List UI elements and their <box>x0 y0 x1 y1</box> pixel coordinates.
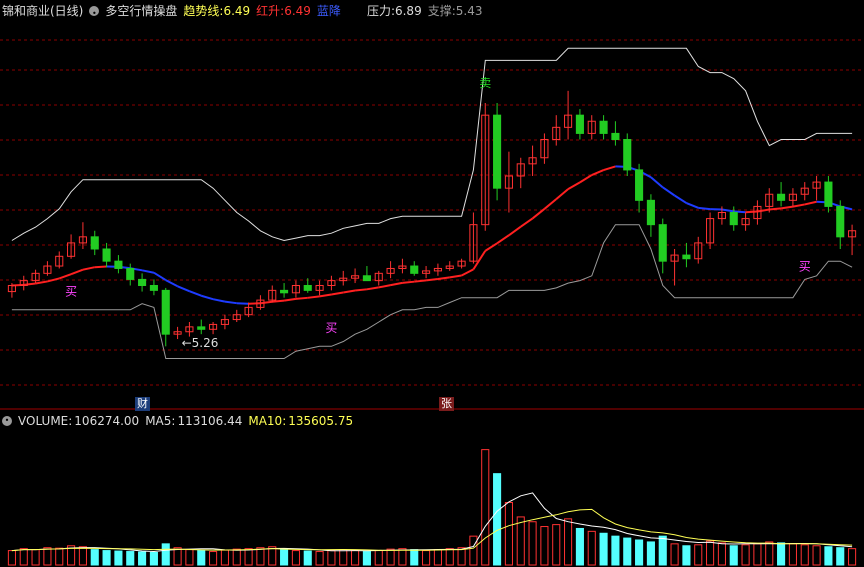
badge-cai[interactable]: 财 <box>135 397 150 411</box>
pressure-value: 6.89 <box>394 4 422 18</box>
ma5-label: MA5: <box>145 414 176 428</box>
volume-bar <box>824 546 833 566</box>
volume-header: • VOLUME: 106274.00 MA5: 113106.44 MA10:… <box>2 413 353 429</box>
volume-bar <box>362 551 371 566</box>
volume-bar <box>753 543 762 566</box>
trend-label: 趋势线: <box>183 4 224 18</box>
volume-bar <box>457 547 466 566</box>
ma10-label: MA10: <box>248 414 287 428</box>
support-label: 支撑: <box>427 4 456 18</box>
trend-value: 6.49 <box>223 4 251 18</box>
chart-root: 买买买卖 ←5.26 锦和商业(日线) • 多空行情操盘 趋势线: 6.49 红升… <box>0 0 864 567</box>
volume-bar <box>765 541 774 566</box>
volume-bar <box>244 548 253 566</box>
volume-bar <box>552 524 561 566</box>
volume-bar <box>209 551 218 566</box>
volume-bar <box>55 547 64 566</box>
volume-bar <box>43 547 52 566</box>
volume-bar <box>315 551 324 566</box>
ma10-value: 135605.75 <box>288 414 354 428</box>
volume-bar <box>386 548 395 566</box>
volume-bar <box>635 539 644 566</box>
volume-bar <box>220 549 229 566</box>
volume-bar <box>682 545 691 566</box>
volume-bar <box>433 549 442 566</box>
vol-label: VOLUME: <box>18 414 73 428</box>
volume-bar <box>788 543 797 566</box>
volume-menu-icon[interactable]: • <box>2 416 12 426</box>
volume-bar <box>78 546 87 566</box>
volume-bar <box>646 541 655 566</box>
volume-bar <box>19 548 28 566</box>
volume-bar <box>717 542 726 566</box>
volume-bar <box>149 552 158 566</box>
volume-bar <box>173 547 182 566</box>
red-value: 6.49 <box>284 4 311 18</box>
volume-bar <box>268 546 277 566</box>
indicator-menu-icon[interactable]: • <box>89 6 100 18</box>
volume-bar <box>540 526 549 566</box>
volume-bar <box>185 549 194 566</box>
volume-bar <box>504 502 513 566</box>
volume-bar <box>599 532 608 566</box>
volume-bar <box>670 543 679 566</box>
support-value: 5.43 <box>455 4 483 18</box>
vol-value: 106274.00 <box>74 414 140 428</box>
volume-bar <box>256 547 265 566</box>
volume-bar <box>114 550 123 566</box>
volume-bar <box>126 551 135 566</box>
volume-bar <box>587 530 596 566</box>
volume-bar <box>516 516 525 566</box>
badge-zhang[interactable]: 张 <box>439 397 454 411</box>
volume-bar <box>232 548 241 566</box>
volume-bar <box>398 548 407 566</box>
volume-bar <box>138 551 147 566</box>
volume-bar <box>7 550 16 566</box>
indicator-name: 多空行情操盘 <box>105 4 178 18</box>
pressure-label: 压力: <box>366 4 395 18</box>
volume-bar <box>800 544 809 566</box>
volume-bar <box>291 550 300 566</box>
volume-bar <box>706 540 715 566</box>
price-header: 锦和商业(日线) • 多空行情操盘 趋势线: 6.49 红升: 6.49 蓝降 … <box>2 3 482 19</box>
ma5-value: 113106.44 <box>177 414 243 428</box>
volume-bar <box>493 473 502 566</box>
volume-bar <box>469 535 478 566</box>
volume-bar <box>351 549 360 566</box>
volume-bar <box>339 549 348 566</box>
volume-panel <box>7 449 857 566</box>
volume-bar <box>31 549 40 566</box>
volume-bar <box>374 550 383 566</box>
volume-bar <box>528 521 537 566</box>
volume-bar <box>102 550 111 566</box>
volume-bar <box>848 548 857 566</box>
volume-bar <box>812 545 821 566</box>
volume-bar <box>280 549 289 566</box>
volume-bar <box>303 550 312 566</box>
volume-bar <box>197 550 206 566</box>
volume-bar <box>575 527 584 566</box>
volume-bar <box>836 547 845 566</box>
volume-bar <box>694 544 703 566</box>
red-label: 红升: <box>256 4 285 18</box>
volume-bar <box>327 550 336 566</box>
volume-bar <box>741 544 750 566</box>
volume-bar <box>658 535 667 566</box>
volume-bar <box>161 543 170 566</box>
volume-bar <box>611 535 620 566</box>
volume-bar <box>729 545 738 566</box>
volume-ma5-line <box>11 492 853 553</box>
volume-bar <box>410 549 419 566</box>
volume-bar <box>564 518 573 566</box>
blue-label: 蓝降 <box>316 4 341 18</box>
volume-bar <box>777 542 786 566</box>
stock-title: 锦和商业(日线) <box>2 4 84 18</box>
volume-bar <box>481 449 490 566</box>
volume-bar <box>90 549 99 566</box>
volume-bar <box>445 548 454 566</box>
volume-bar <box>623 537 632 566</box>
volume-bar <box>422 550 431 566</box>
volume-ma10-line <box>11 508 853 552</box>
